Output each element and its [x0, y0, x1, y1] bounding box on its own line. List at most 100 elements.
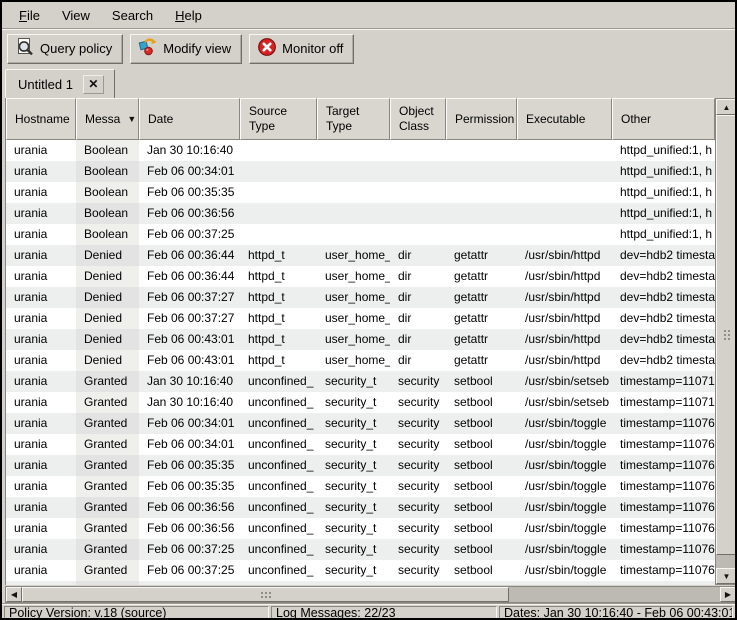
table-cell: [240, 224, 317, 245]
table-header: HostnameMessa▼DateSource TypeTarget Type…: [6, 98, 715, 140]
table-cell: /usr/sbin/httpd: [517, 308, 612, 329]
table-cell: security: [390, 455, 446, 476]
table-cell: Feb 06 00:37:27: [139, 308, 240, 329]
table-cell: [390, 203, 446, 224]
table-cell: user_home_: [317, 329, 390, 350]
table-row[interactable]: uraniaBooleanFeb 06 00:34:01httpd_unifie…: [6, 161, 715, 182]
header-cell[interactable]: Hostname: [6, 98, 76, 140]
scroll-down-icon[interactable]: ▼: [716, 568, 737, 584]
menu-search[interactable]: Search: [103, 5, 162, 26]
tab-close-button[interactable]: ✕: [83, 75, 104, 94]
table-cell: Feb 06 00:43:01: [139, 350, 240, 371]
table-cell: timestamp=11076: [612, 476, 715, 497]
app-window: File View Search Help Query policy: [0, 0, 737, 620]
table-cell: [446, 581, 517, 585]
table-row[interactable]: uraniaGrantedFeb 06 00:35:35unconfined_s…: [6, 476, 715, 497]
table-cell: unconfined_: [240, 434, 317, 455]
table-cell: unconfined_: [240, 371, 317, 392]
table-cell: [317, 182, 390, 203]
table-row[interactable]: uraniaDeniedFeb 06 00:37:27httpd_tuser_h…: [6, 308, 715, 329]
header-label: Object Class: [399, 104, 434, 134]
modify-view-button[interactable]: Modify view: [130, 34, 242, 64]
table-row[interactable]: uraniaBooleanJan 30 10:16:40httpd_unifie…: [6, 140, 715, 161]
table-row[interactable]: uraniaGrantedFeb 06 00:34:01unconfined_s…: [6, 434, 715, 455]
table-cell: urania: [6, 350, 76, 371]
horizontal-scrollbar-thumb[interactable]: [22, 587, 509, 602]
header-cell[interactable]: Object Class: [390, 98, 446, 140]
close-icon: ✕: [88, 77, 98, 91]
table-cell: httpd_unified:1, h: [612, 161, 715, 182]
table-cell: security: [390, 497, 446, 518]
menu-help[interactable]: Help: [166, 5, 211, 26]
table-cell: setbool: [446, 455, 517, 476]
menu-file[interactable]: File: [10, 5, 49, 26]
table-cell: /usr/sbin/setseb: [517, 371, 612, 392]
table-row[interactable]: uraniaDeniedFeb 06 00:36:44httpd_tuser_h…: [6, 266, 715, 287]
menubar-separator: [2, 28, 735, 30]
table-cell: Feb 06 00:36:44: [139, 245, 240, 266]
table-row[interactable]: uraniaBooleanFeb 06 00:36:56httpd_unifie…: [6, 203, 715, 224]
table-cell: /usr/sbin/toggle: [517, 455, 612, 476]
table-cell: urania: [6, 161, 76, 182]
table-cell: security: [390, 434, 446, 455]
query-policy-button[interactable]: Query policy: [7, 34, 123, 64]
monitor-off-button[interactable]: Monitor off: [249, 34, 354, 64]
table-cell: security_t: [317, 497, 390, 518]
table-cell: [517, 161, 612, 182]
header-cell[interactable]: Other: [612, 98, 715, 140]
modify-view-label: Modify view: [163, 41, 231, 56]
table-cell: setbool: [446, 413, 517, 434]
table-row[interactable]: uraniaBooleanFeb 06 00:37:25httpd_unifie…: [6, 224, 715, 245]
scroll-right-icon[interactable]: ▶: [720, 587, 736, 602]
header-cell[interactable]: Source Type: [240, 98, 317, 140]
table-row[interactable]: uraniaGrantedFeb 06 00:37:25unconfined_s…: [6, 560, 715, 581]
scroll-up-icon[interactable]: ▲: [716, 99, 737, 115]
tab-untitled-1[interactable]: Untitled 1 ✕: [5, 69, 115, 98]
table-row[interactable]: uraniaDeniedFeb 06 00:36:44httpd_tuser_h…: [6, 245, 715, 266]
table-cell: Granted: [76, 455, 139, 476]
table-cell: getattr: [446, 329, 517, 350]
table-cell: unconfined_: [240, 518, 317, 539]
horizontal-scrollbar[interactable]: ◀ ▶: [5, 586, 737, 603]
table-body: uraniaBooleanJan 30 10:16:40httpd_unifie…: [6, 140, 715, 585]
table-row[interactable]: uraniaDeniedFeb 06 00:43:01httpd_tuser_h…: [6, 329, 715, 350]
query-policy-label: Query policy: [40, 41, 112, 56]
vertical-scrollbar-thumb[interactable]: [716, 115, 737, 555]
table-row[interactable]: uraniaGrantedFeb 06 00:34:01unconfined_s…: [6, 413, 715, 434]
table-row[interactable]: uraniaBooleanFeb 06 00:35:35httpd_unifie…: [6, 182, 715, 203]
table-cell: Feb 06 00:37:25: [139, 539, 240, 560]
table-cell: [317, 203, 390, 224]
vertical-scrollbar[interactable]: ▲ ▼: [715, 98, 737, 585]
table-cell: Granted: [76, 560, 139, 581]
table-cell: setbool: [446, 518, 517, 539]
header-cell[interactable]: Target Type: [317, 98, 390, 140]
table-cell: [517, 140, 612, 161]
table-cell: security: [390, 539, 446, 560]
table-cell: [139, 581, 240, 585]
table-row[interactable]: uraniaDeniedFeb 06 00:37:27httpd_tuser_h…: [6, 287, 715, 308]
table-row[interactable]: uraniaGrantedFeb 06 00:37:25unconfined_s…: [6, 539, 715, 560]
table-cell: /usr/sbin/setseb: [517, 392, 612, 413]
table-cell: Boolean: [76, 161, 139, 182]
header-cell[interactable]: Messa▼: [76, 98, 139, 140]
table-cell: security_t: [317, 413, 390, 434]
table-cell: [6, 581, 76, 585]
scroll-left-icon[interactable]: ◀: [6, 587, 22, 602]
table-cell: dev=hdb2 timesta: [612, 287, 715, 308]
header-cell[interactable]: Date: [139, 98, 240, 140]
table-row[interactable]: uraniaGrantedJan 30 10:16:40unconfined_s…: [6, 371, 715, 392]
table-cell: Boolean: [76, 182, 139, 203]
menu-view[interactable]: View: [53, 5, 99, 26]
table-cell: getattr: [446, 287, 517, 308]
table-cell: [240, 581, 317, 585]
header-cell[interactable]: Permission: [446, 98, 517, 140]
table-row[interactable]: uraniaDeniedFeb 06 00:43:01httpd_tuser_h…: [6, 350, 715, 371]
header-cell[interactable]: Executable: [517, 98, 612, 140]
table-cell: security: [390, 413, 446, 434]
table-row[interactable]: uraniaGrantedFeb 06 00:36:56unconfined_s…: [6, 497, 715, 518]
table-cell: Feb 06 00:36:56: [139, 203, 240, 224]
table-row[interactable]: uraniaGrantedFeb 06 00:36:56unconfined_s…: [6, 518, 715, 539]
table-cell: /usr/sbin/toggle: [517, 413, 612, 434]
table-row[interactable]: uraniaGrantedFeb 06 00:35:35unconfined_s…: [6, 455, 715, 476]
table-row[interactable]: uraniaGrantedJan 30 10:16:40unconfined_s…: [6, 392, 715, 413]
